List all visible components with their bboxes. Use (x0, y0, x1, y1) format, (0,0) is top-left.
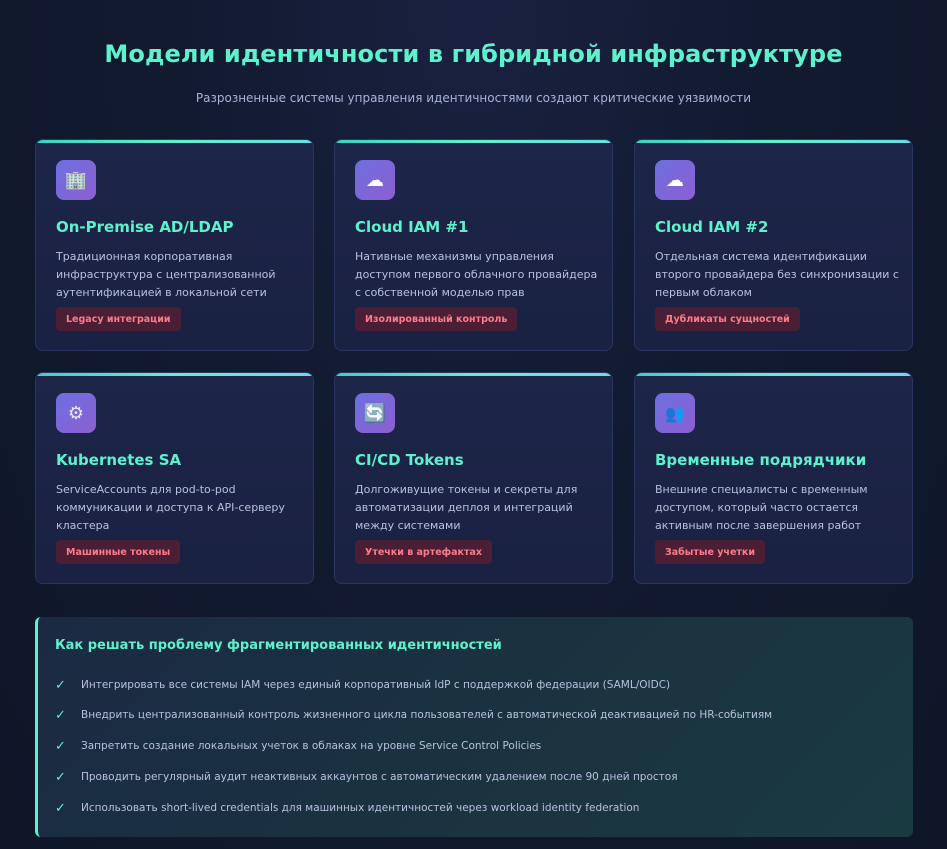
people-icon: 👥 (655, 393, 695, 433)
gear-icon: ⚙ (56, 393, 96, 433)
risk-tag: Изолированный контроль (355, 307, 518, 331)
card-description: Внешние специалисты с временным доступом… (655, 483, 868, 532)
page-subtitle: Разрозненные системы управления идентичн… (195, 91, 752, 105)
solution-item: ✓ Использовать short-lived credentials д… (55, 799, 639, 817)
card-description: Отдельная система идентификации второго … (655, 250, 899, 299)
card-description: Нативные механизмы управления доступом п… (355, 250, 598, 299)
risk-tag: Утечки в артефактах (355, 540, 493, 564)
card-cloud-iam-1: ☁ Cloud IAM #1 Нативные механизмы управл… (334, 139, 613, 351)
card-title: Cloud IAM #2 (655, 218, 769, 236)
card-description: ServiceAccounts для pod-to-pod коммуника… (56, 483, 285, 532)
risk-tag: Дубликаты сущностей (655, 307, 800, 331)
page-title: Модели идентичности в гибридной инфрастр… (104, 40, 843, 68)
card-description: Долгоживущие токены и секреты для автома… (355, 483, 578, 532)
check-icon: ✓ (55, 707, 66, 723)
risk-tag: Машинные токены (56, 540, 181, 564)
check-icon: ✓ (55, 769, 66, 785)
cloud-icon: ☁ (655, 160, 695, 200)
risk-tag: Забытые учетки (655, 540, 765, 564)
card-description: Традиционная корпоративная инфраструктур… (56, 250, 276, 299)
solution-item: ✓ Запретить создание локальных учеток в … (55, 737, 541, 755)
page: Модели идентичности в гибридной инфрастр… (0, 0, 947, 849)
solution-item-text: Внедрить централизованный контроль жизне… (81, 709, 773, 721)
card-title: Cloud IAM #1 (355, 218, 469, 236)
refresh-icon: 🔄 (355, 393, 395, 433)
check-icon: ✓ (55, 738, 66, 754)
card-kubernetes-sa: ⚙ Kubernetes SA ServiceAccounts для pod-… (35, 372, 314, 584)
solution-item-text: Проводить регулярный аудит неактивных ак… (81, 771, 678, 783)
card-title: CI/CD Tokens (355, 451, 464, 469)
risk-tag: Legacy интеграции (56, 307, 181, 331)
card-title: Временные подрядчики (655, 451, 867, 469)
solution-item-text: Интегрировать все системы IAM через един… (81, 679, 671, 691)
solution-item: ✓ Проводить регулярный аудит неактивных … (55, 768, 678, 786)
card-on-premise: 🏢 On-Premise AD/LDAP Традиционная корпор… (35, 139, 314, 351)
card-cicd-tokens: 🔄 CI/CD Tokens Долгоживущие токены и сек… (334, 372, 613, 584)
card-title: On-Premise AD/LDAP (56, 218, 234, 236)
solution-item: ✓ Интегрировать все системы IAM через ед… (55, 676, 670, 694)
card-contractors: 👥 Временные подрядчики Внешние специалис… (634, 372, 913, 584)
check-icon: ✓ (55, 800, 66, 816)
office-building-icon: 🏢 (56, 160, 96, 200)
solution-item-text: Использовать short-lived credentials для… (81, 802, 640, 814)
solution-item-text: Запретить создание локальных учеток в об… (81, 740, 542, 752)
card-title: Kubernetes SA (56, 451, 182, 469)
card-cloud-iam-2: ☁ Cloud IAM #2 Отдельная система идентиф… (634, 139, 913, 351)
solution-panel: Как решать проблему фрагментированных ид… (35, 617, 913, 837)
cloud-icon: ☁ (355, 160, 395, 200)
solution-item: ✓ Внедрить централизованный контроль жиз… (55, 706, 772, 724)
solution-title: Как решать проблему фрагментированных ид… (55, 638, 502, 653)
check-icon: ✓ (55, 677, 66, 693)
